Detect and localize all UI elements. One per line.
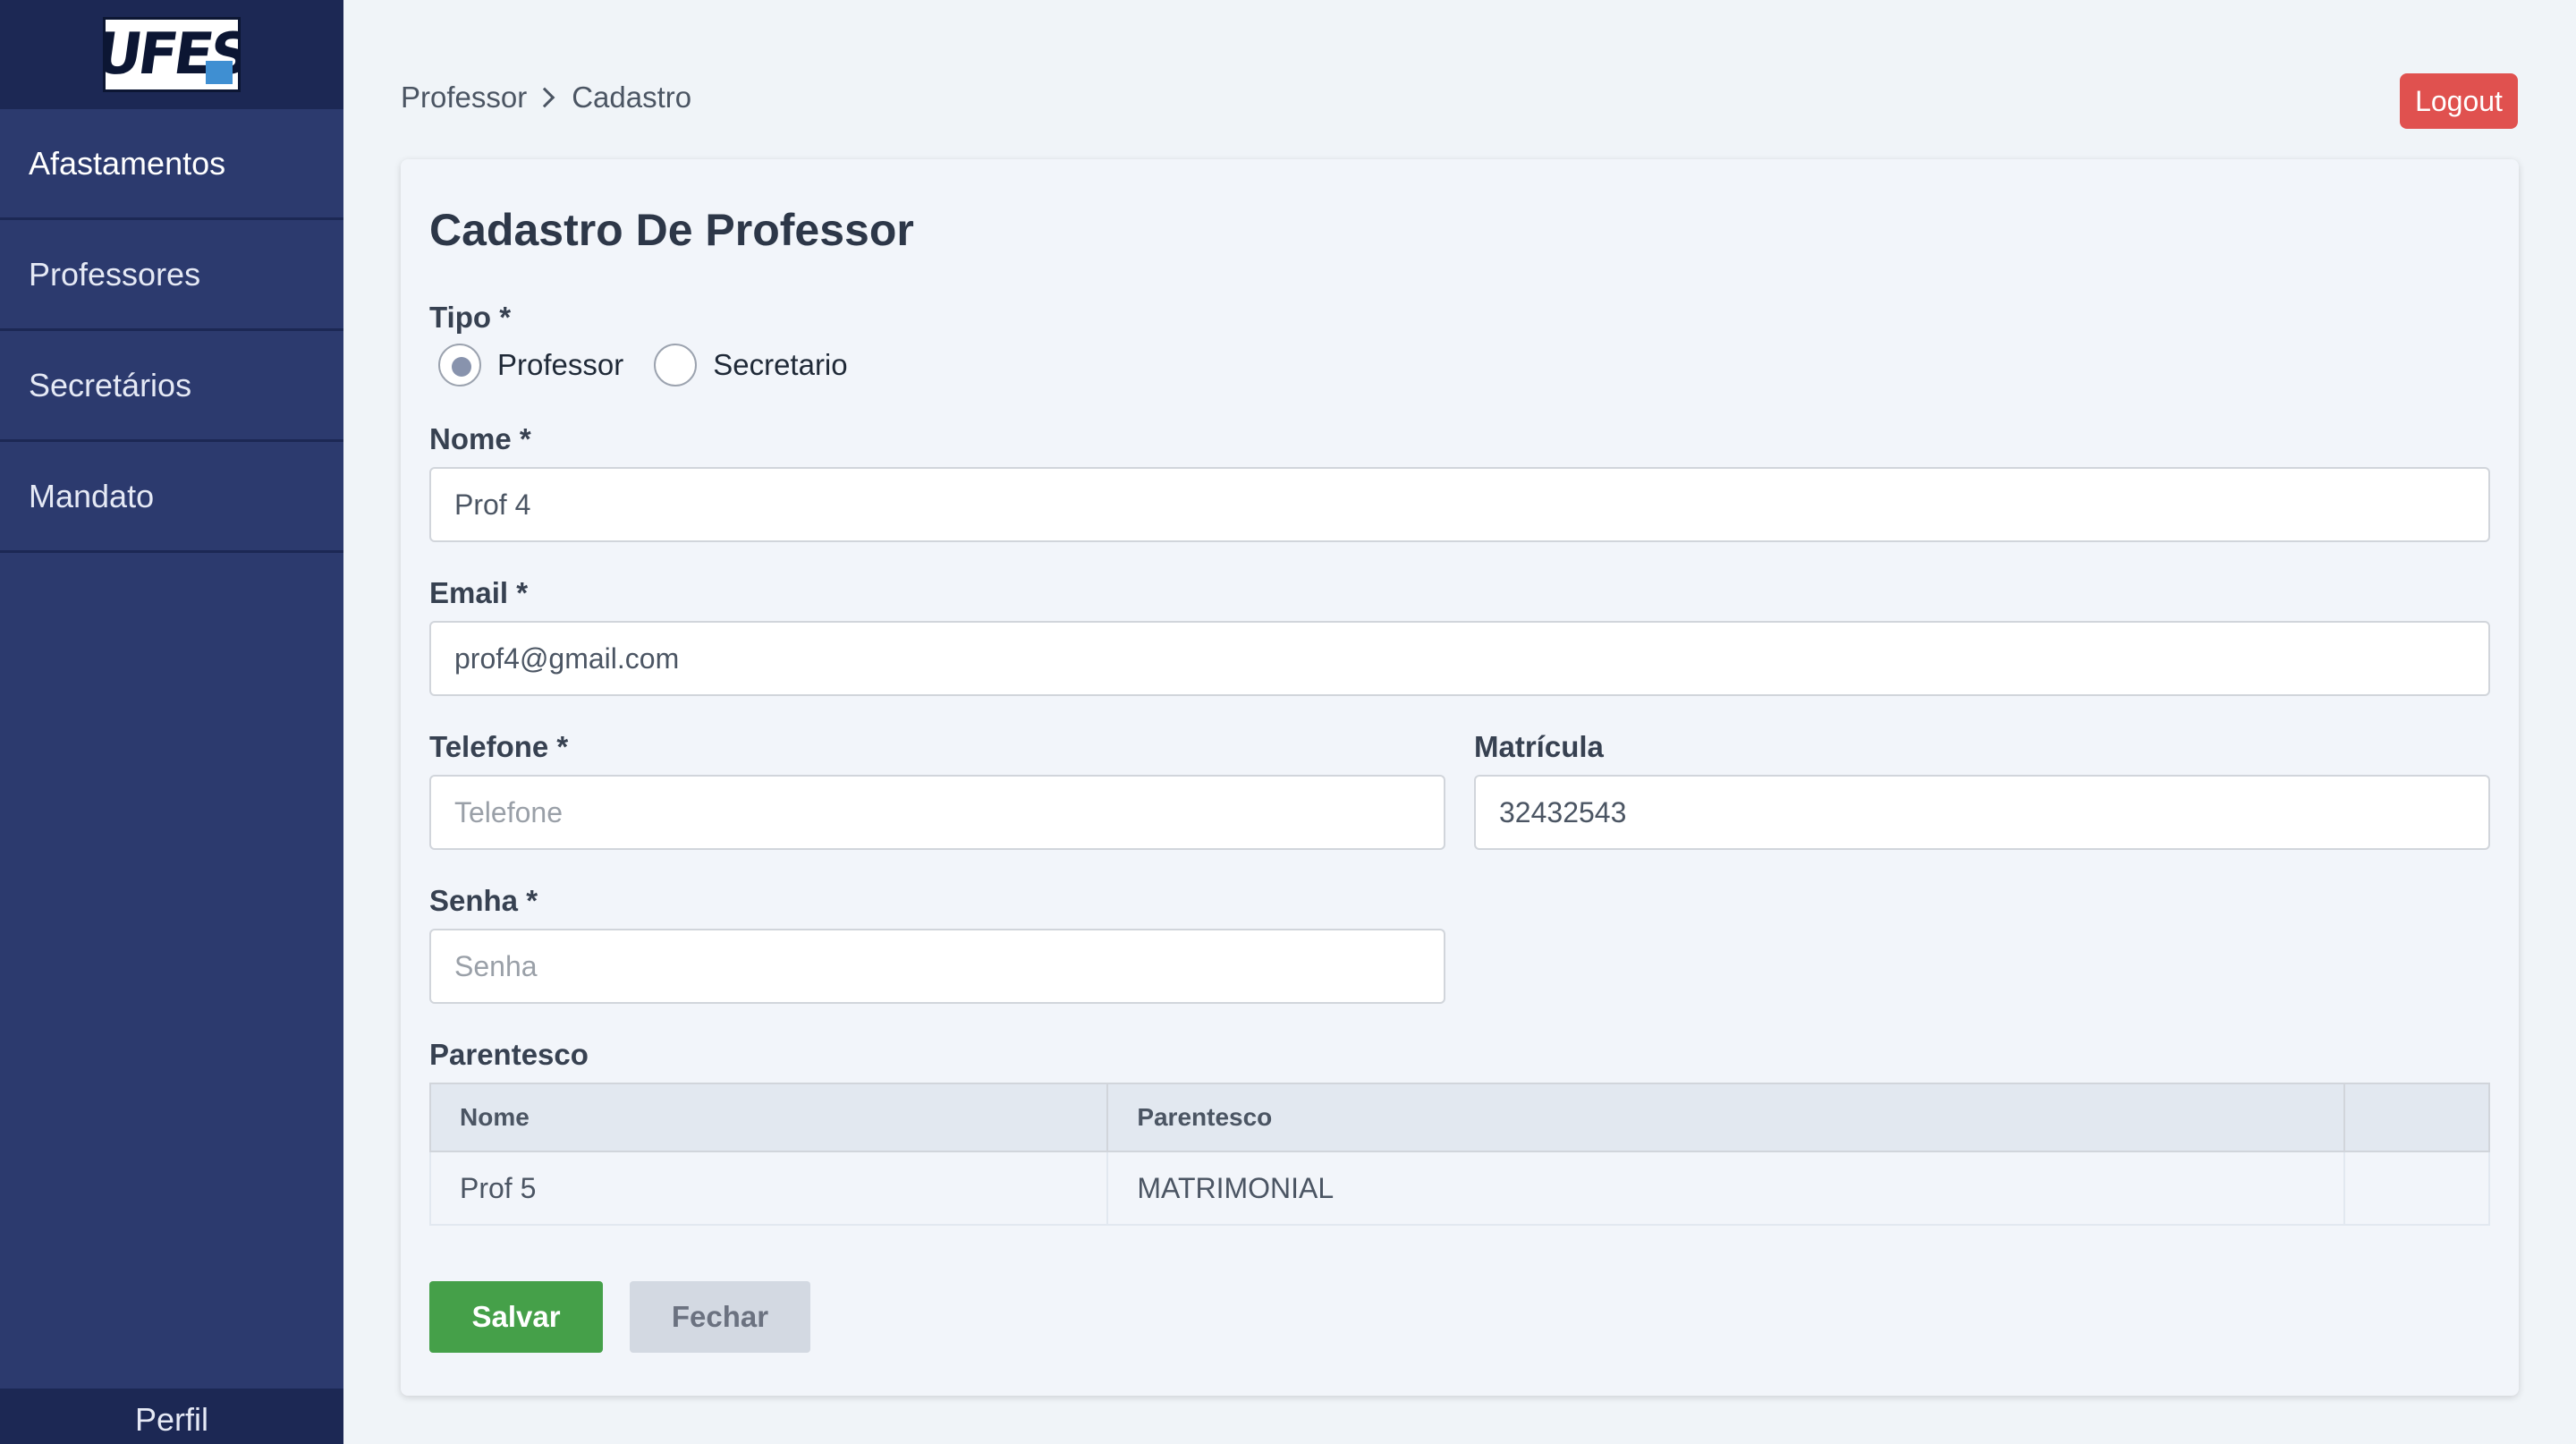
radio-professor[interactable] [438, 344, 481, 386]
parentesco-table: Nome Parentesco Prof 5 MATRIMONIAL [428, 1083, 2490, 1226]
page-title: Cadastro De Professor [429, 205, 914, 255]
close-button[interactable]: Fechar [630, 1281, 810, 1353]
senha-input[interactable] [429, 929, 1445, 1004]
sidebar-nav: Afastamentos Professores Secretários Man… [0, 109, 343, 553]
tipo-label: Tipo * [429, 301, 512, 334]
email-label: Email * [429, 576, 529, 609]
email-input[interactable] [429, 621, 2490, 696]
breadcrumb-item-cadastro: Cadastro [572, 81, 692, 114]
senha-label: Senha * [429, 884, 538, 917]
radio-secretario-label[interactable]: Secretario [713, 348, 847, 382]
column-header-actions [2343, 1083, 2490, 1152]
cell-parentesco: MATRIMONIAL [1106, 1151, 2346, 1226]
parentesco-label: Parentesco [429, 1038, 589, 1071]
app-root: UFES Afastamentos Professores Secretário… [0, 0, 2576, 1444]
cell-nome: Prof 5 [428, 1151, 1109, 1226]
sidebar-item-mandato[interactable]: Mandato [0, 442, 343, 553]
form-card: Cadastro De Professor Tipo * Professor S… [401, 159, 2519, 1396]
logo-container: UFES [0, 0, 343, 109]
logout-button[interactable]: Logout [2400, 73, 2518, 129]
sidebar: UFES Afastamentos Professores Secretário… [0, 0, 343, 1444]
column-header-parentesco: Parentesco [1106, 1083, 2346, 1152]
matricula-input[interactable] [1474, 775, 2490, 850]
matricula-label: Matrícula [1474, 730, 1604, 763]
radio-professor-label[interactable]: Professor [497, 348, 623, 382]
ufes-logo[interactable]: UFES [103, 17, 241, 92]
telefone-label: Telefone * [429, 730, 569, 763]
nome-input[interactable] [429, 467, 2490, 542]
radio-secretario[interactable] [654, 344, 698, 386]
column-header-nome: Nome [428, 1083, 1109, 1152]
table-row: Prof 5 MATRIMONIAL [428, 1151, 2490, 1226]
telefone-input[interactable] [429, 775, 1445, 850]
tipo-radio-group: Professor Secretario [438, 344, 878, 386]
logo-accent [206, 61, 233, 84]
sidebar-item-secretarios[interactable]: Secretários [0, 331, 343, 442]
sidebar-item-perfil[interactable]: Perfil [0, 1389, 343, 1444]
nome-label: Nome * [429, 422, 531, 455]
sidebar-item-afastamentos[interactable]: Afastamentos [0, 109, 343, 220]
breadcrumb: Professor Cadastro [401, 81, 691, 115]
chevron-right-icon [534, 87, 555, 108]
breadcrumb-item-professor[interactable]: Professor [401, 81, 527, 115]
sidebar-item-professores[interactable]: Professores [0, 220, 343, 331]
save-button[interactable]: Salvar [429, 1281, 603, 1353]
table-header-row: Nome Parentesco [428, 1083, 2490, 1152]
cell-actions [2343, 1151, 2490, 1226]
